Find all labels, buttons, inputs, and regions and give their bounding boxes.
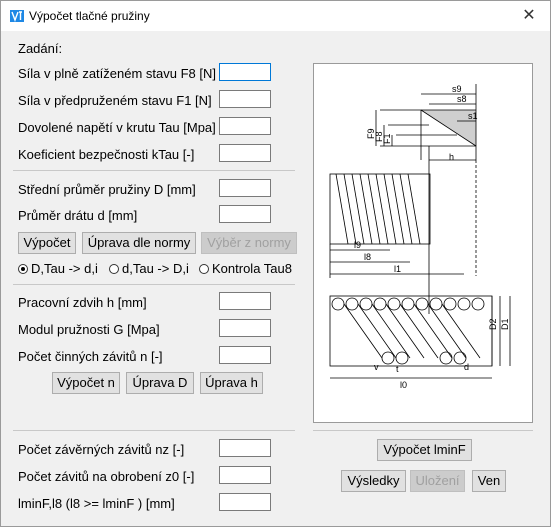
close-icon[interactable]: ✕ bbox=[517, 5, 541, 27]
force-f1-label: Síla v předpruženém stavu F1 [N] bbox=[18, 93, 212, 108]
tau-label: Dovolené napětí v krutu Tau [Mpa] bbox=[18, 120, 216, 135]
diameter-d-label: Střední průměr pružiny D [mm] bbox=[18, 182, 196, 197]
radio-d-tau[interactable]: D,Tau -> d,i bbox=[18, 261, 98, 276]
label-t: t bbox=[396, 364, 399, 374]
modulus-g-label: Modul pružnosti G [Mpa] bbox=[18, 322, 160, 337]
label-s8: s8 bbox=[457, 94, 467, 104]
label-l1: l1 bbox=[394, 264, 401, 274]
lminf-input[interactable] bbox=[219, 493, 271, 511]
ktau-label: Koeficient bezpečnosti kTau [-] bbox=[18, 147, 195, 162]
title-bar: Výpočet tlačné pružiny ✕ bbox=[1, 1, 550, 31]
vypocet-lminf-button[interactable]: Výpočet lminF bbox=[377, 439, 472, 461]
section-title-zadani: Zadání: bbox=[18, 41, 63, 56]
label-f1: F1 bbox=[382, 133, 392, 144]
radio-unchecked-icon bbox=[199, 263, 209, 274]
uprava-normy-button[interactable]: Úprava dle normy bbox=[82, 232, 196, 254]
separator bbox=[13, 284, 295, 285]
coil-lines bbox=[335, 173, 421, 245]
uprava-h-button[interactable]: Úprava h bbox=[200, 372, 263, 394]
end-coils-label: Počet závěrných závitů nz [-] bbox=[18, 442, 185, 457]
spring-diagram-panel: s9 s8 s1 h F9 F8 F1 l9 l8 l1 D2 D1 v t d… bbox=[313, 63, 533, 423]
label-l0: l0 bbox=[400, 380, 407, 390]
wire-diameter-input[interactable] bbox=[219, 205, 271, 223]
force-f8-label: Síla v plně zatíženém stavu F8 [N] bbox=[18, 66, 216, 81]
radio-checked-icon bbox=[18, 263, 28, 274]
label-d: d bbox=[464, 362, 469, 372]
vyber-normy-button[interactable]: Výběr z normy bbox=[201, 232, 297, 254]
label-l9: l9 bbox=[354, 240, 361, 250]
diameter-d-input[interactable] bbox=[219, 179, 271, 197]
tau-input[interactable] bbox=[219, 117, 271, 135]
ktau-input[interactable] bbox=[219, 144, 271, 162]
vypocet-n-button[interactable]: Výpočet n bbox=[52, 372, 120, 394]
separator bbox=[13, 170, 295, 171]
machined-coils-input[interactable] bbox=[219, 466, 271, 484]
force-f1-input[interactable] bbox=[219, 90, 271, 108]
radio-kontrola-tau8[interactable]: Kontrola Tau8 bbox=[199, 261, 292, 276]
spring-diagram: s9 s8 s1 h F9 F8 F1 l9 l8 l1 D2 D1 v t d… bbox=[329, 84, 511, 390]
label-h: h bbox=[449, 152, 454, 162]
force-f8-input[interactable] bbox=[219, 63, 271, 81]
radio-unchecked-icon bbox=[109, 263, 119, 274]
modulus-g-input[interactable] bbox=[219, 319, 271, 337]
active-coils-label: Počet činných závitů n [-] bbox=[18, 349, 163, 364]
label-d2: D2 bbox=[488, 318, 498, 330]
ven-button[interactable]: Ven bbox=[472, 470, 506, 492]
active-coils-input[interactable] bbox=[219, 346, 271, 364]
app-icon bbox=[10, 10, 24, 22]
radio-d-tau-inverse[interactable]: d,Tau -> D,i bbox=[109, 261, 189, 276]
label-d1: D1 bbox=[500, 318, 510, 330]
vysledky-button[interactable]: Výsledky bbox=[341, 470, 406, 492]
radio-d-tau-inverse-label: d,Tau -> D,i bbox=[122, 261, 189, 276]
spring-compressed bbox=[329, 173, 431, 245]
machined-coils-label: Počet závitů na obrobení z0 [-] bbox=[18, 469, 195, 484]
spring-relaxed bbox=[329, 295, 493, 367]
separator bbox=[13, 430, 295, 431]
work-stroke-label: Pracovní zdvih h [mm] bbox=[18, 295, 147, 310]
separator bbox=[313, 430, 533, 431]
wire-diameter-label: Průměr drátu d [mm] bbox=[18, 208, 138, 223]
work-stroke-input[interactable] bbox=[219, 292, 271, 310]
ulozeni-button[interactable]: Uložení bbox=[410, 470, 465, 492]
lminf-label: lminF,l8 (l8 >= lminF ) [mm] bbox=[18, 496, 175, 511]
label-s9: s9 bbox=[452, 84, 462, 94]
label-l8: l8 bbox=[364, 252, 371, 262]
radio-kontrola-tau8-label: Kontrola Tau8 bbox=[212, 261, 292, 276]
label-v: v bbox=[374, 362, 379, 372]
end-coils-input[interactable] bbox=[219, 439, 271, 457]
radio-d-tau-label: D,Tau -> d,i bbox=[31, 261, 98, 276]
window-title: Výpočet tlačné pružiny bbox=[29, 9, 150, 23]
uprava-d-button[interactable]: Úprava D bbox=[126, 372, 194, 394]
vypocet-button[interactable]: Výpočet bbox=[18, 232, 76, 254]
label-s1: s1 bbox=[468, 111, 478, 121]
dialog-window: Výpočet tlačné pružiny ✕ Zadání: Síla v … bbox=[0, 0, 551, 527]
